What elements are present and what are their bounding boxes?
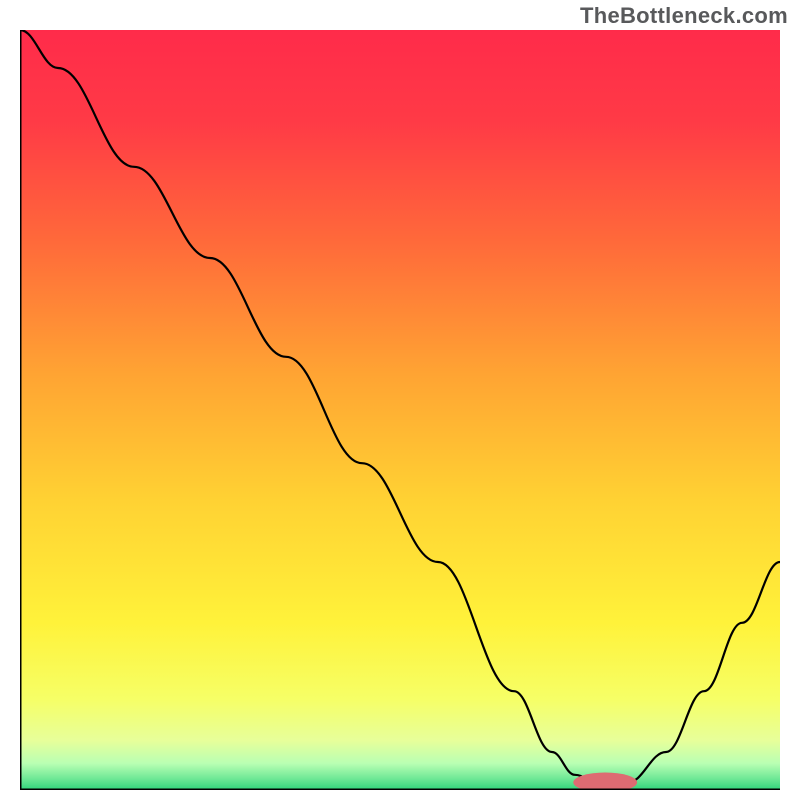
credit-text: TheBottleneck.com xyxy=(580,3,788,29)
chart-canvas xyxy=(20,30,780,790)
bottleneck-chart xyxy=(20,30,780,790)
chart-background xyxy=(20,30,780,790)
